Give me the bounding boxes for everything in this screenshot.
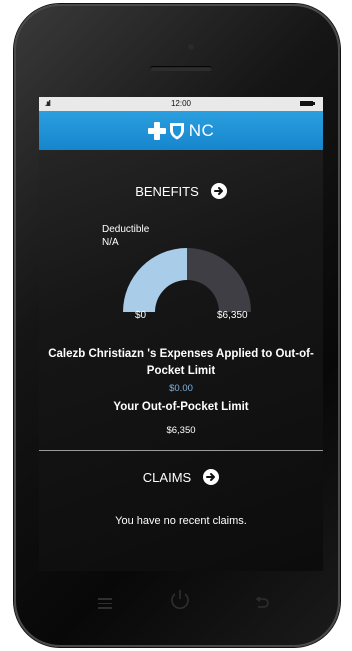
- power-icon[interactable]: [168, 588, 192, 612]
- section-divider: [39, 450, 323, 451]
- back-icon[interactable]: [255, 597, 269, 609]
- gauge-empty-segment: [187, 248, 251, 312]
- deductible-gauge: [123, 248, 251, 312]
- gauge-min-label: $0: [135, 310, 147, 321]
- benefits-title: BENEFITS: [135, 183, 199, 199]
- benefits-arrow-icon[interactable]: [210, 183, 227, 199]
- gauge-filled-segment: [123, 248, 187, 312]
- expenses-value: $0.00: [169, 383, 193, 394]
- brand-header: NC: [39, 111, 323, 150]
- blue-cross-icon: [147, 121, 166, 140]
- app-screen: .ııl 12:00 NC BENEFITS Deductible N/A $0…: [39, 97, 323, 571]
- menu-icon[interactable]: [98, 598, 112, 612]
- benefits-header[interactable]: BENEFITS: [39, 183, 323, 199]
- claims-header[interactable]: CLAIMS: [39, 469, 323, 485]
- claims-arrow-icon[interactable]: [203, 469, 220, 485]
- oop-limit-label: Your Out-of-Pocket Limit: [113, 401, 249, 413]
- front-camera: [188, 44, 194, 50]
- oop-limit-value: $6,350: [166, 425, 196, 436]
- deductible-label: Deductible: [102, 224, 150, 235]
- blue-shield-icon: [169, 122, 184, 139]
- status-time: 12:00: [170, 99, 192, 108]
- battery-icon: [300, 101, 315, 106]
- expenses-label: Calezb Christiazn 's Expenses Applied to…: [48, 348, 314, 377]
- earpiece-speaker: [150, 66, 212, 71]
- no-claims-message: You have no recent claims.: [115, 515, 247, 527]
- gauge-max-label: $6,350: [217, 310, 248, 321]
- claims-title: CLAIMS: [142, 469, 192, 485]
- brand-name: NC: [188, 120, 215, 140]
- status-bar: .ııl 12:00: [39, 97, 323, 111]
